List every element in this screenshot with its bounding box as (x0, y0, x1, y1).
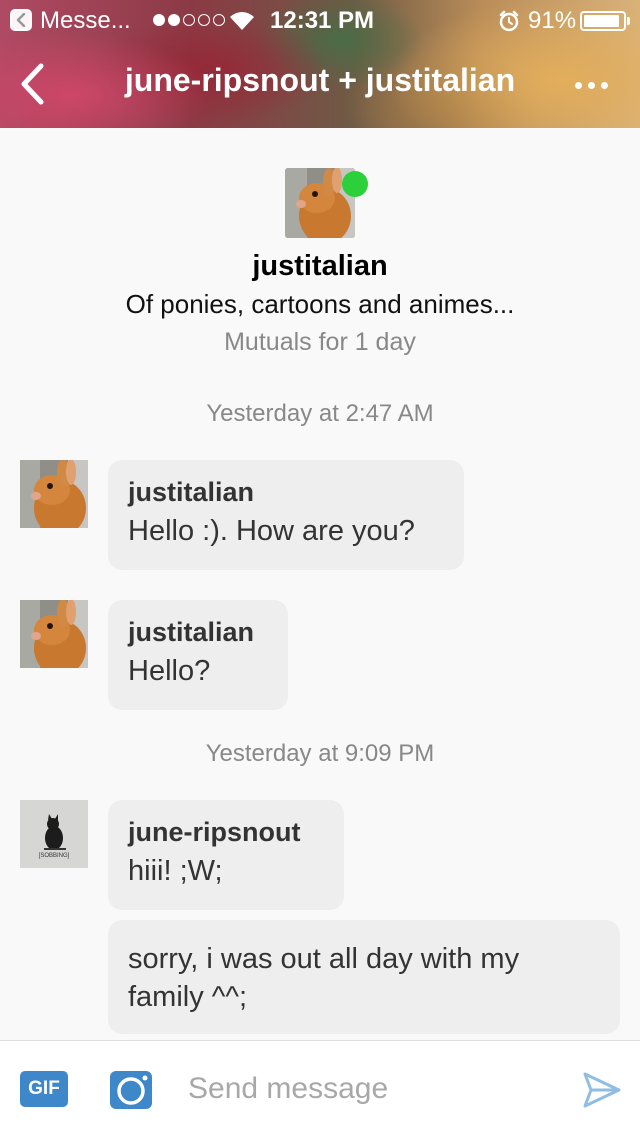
send-icon (583, 1072, 621, 1108)
message-composer: GIF (0, 1040, 640, 1136)
battery-fill (584, 15, 619, 27)
alarm-icon (499, 10, 519, 32)
mutuals-duration: Mutuals for 1 day (224, 328, 416, 356)
profile-name[interactable]: justitalian (0, 250, 640, 283)
signal-icon (153, 14, 225, 26)
message-bubble[interactable]: justitalian Hello :). How are you? (108, 460, 464, 570)
message-timestamp: Yesterday at 2:47 AM (206, 400, 434, 427)
profile-description: Of ponies, cartoons and animes... (125, 289, 515, 319)
battery-tip (627, 17, 630, 25)
battery-percent: 91% (528, 7, 577, 34)
chevron-left-icon (21, 63, 44, 105)
message-bubble[interactable]: justitalian Hello? (108, 600, 288, 710)
message-text: Hello? (128, 655, 211, 687)
online-status-indicator (342, 171, 368, 197)
conversation-title: june-ripsnout + justitalian (124, 62, 516, 98)
message-text: Hello :). How are you? (128, 515, 415, 547)
message-input[interactable] (186, 1063, 556, 1115)
status-bar: Messe... 12:31 PM 91% (0, 0, 640, 40)
sender-avatar-justitalian[interactable] (20, 600, 88, 668)
back-to-app-icon[interactable] (10, 9, 32, 31)
message-sender: justitalian (128, 477, 255, 507)
send-button[interactable] (582, 1071, 622, 1109)
message-sender: justitalian (128, 617, 255, 647)
battery-icon (580, 11, 626, 31)
message-timestamp: Yesterday at 9:09 PM (205, 740, 435, 767)
message-text: hiii! ;W; (128, 855, 223, 887)
wifi-icon (230, 12, 254, 30)
status-time: 12:31 PM (270, 7, 375, 34)
message-bubble[interactable]: june-ripsnout hiii! ;W; (108, 800, 344, 910)
back-button[interactable] (12, 60, 52, 108)
camera-button[interactable] (108, 1067, 154, 1111)
header: Messe... 12:31 PM 91% june-ripsnout + ju… (0, 0, 640, 128)
sender-avatar-justitalian[interactable] (20, 460, 88, 528)
back-to-app-label[interactable]: Messe... (40, 7, 131, 35)
message-text: sorry, i was out all day with my family … (128, 943, 520, 1013)
avatar-caption: [SOBBING] (39, 853, 70, 859)
message-bubble[interactable]: sorry, i was out all day with my family … (108, 920, 620, 1034)
more-horizontal-icon (574, 81, 582, 89)
camera-icon (110, 1071, 152, 1109)
sender-avatar-june-ripsnout[interactable]: [SOBBING] (20, 800, 88, 868)
message-sender: june-ripsnout (128, 817, 301, 847)
more-options-button[interactable] (566, 70, 616, 100)
gif-button[interactable]: GIF (20, 1071, 68, 1107)
